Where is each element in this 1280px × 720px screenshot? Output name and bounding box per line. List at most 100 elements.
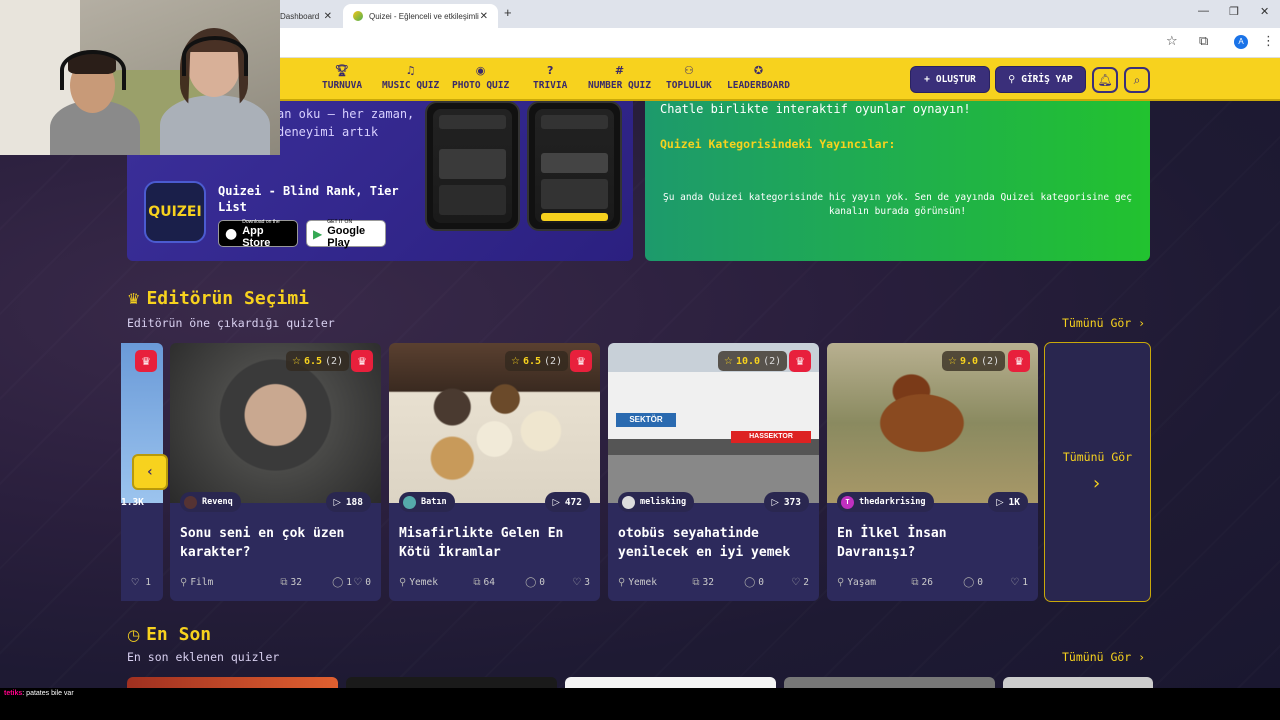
rating-badge: ☆ 9.0 (2) bbox=[942, 351, 1006, 371]
login-button[interactable]: ⚲ GİRİŞ YAP bbox=[995, 66, 1086, 93]
rating-value: 6.5 bbox=[303, 355, 323, 367]
comments-count: ◯ 0 bbox=[933, 577, 983, 588]
extensions-icon[interactable]: ⧉ bbox=[1199, 34, 1208, 49]
category-icon: ⚲ bbox=[180, 577, 188, 588]
likes-count: ♡ 3 bbox=[545, 577, 590, 588]
rating-count: (2) bbox=[325, 355, 344, 367]
tab-quizei[interactable]: Quizei - Eğlenceli ve etkileşimli ✕ bbox=[343, 4, 498, 28]
search-icon[interactable]: ⌕ bbox=[1124, 67, 1150, 93]
author-name: melisking bbox=[640, 497, 687, 507]
plays-chip: ▷ 188 bbox=[325, 492, 371, 512]
tab-dashboard[interactable]: Dashboard ✕ bbox=[270, 4, 342, 28]
notification-bell-icon[interactable]: 🔔︎ bbox=[1092, 67, 1118, 93]
card-meta: ⚲ Yemek ⧉ 64 ◯ 0 ♡ 3 bbox=[399, 577, 590, 588]
nav-number-quiz[interactable]: # NUMBER QUIZ bbox=[588, 64, 651, 91]
close-icon[interactable]: ✕ bbox=[480, 11, 488, 22]
users-icon: ⚇ bbox=[683, 64, 694, 77]
star-icon: ☆ bbox=[511, 355, 520, 367]
nav-topluluk[interactable]: ⚇ TOPLULUK bbox=[666, 64, 712, 91]
heart-icon: ♡ bbox=[572, 577, 582, 588]
nav-music-quiz[interactable]: ♫ MUSIC QUIZ bbox=[382, 64, 439, 91]
plays-count: 472 bbox=[564, 496, 582, 508]
chat-message: tetiks: patates bile var bbox=[4, 690, 74, 697]
author-chip[interactable]: Batın bbox=[399, 492, 455, 512]
streamers-intro: Chatle birlikte interaktif oyunlar oynay… bbox=[660, 102, 971, 116]
rating-badge: ☆ 6.5 (2) bbox=[505, 351, 569, 371]
google-play-badge[interactable]: ▶ GET IT ON Google Play bbox=[306, 219, 386, 249]
questions-value: 32 bbox=[290, 577, 302, 588]
screen-bar bbox=[541, 213, 608, 221]
star-icon[interactable]: ☆ bbox=[1166, 34, 1178, 49]
card-title[interactable]: Sonu seni en çok üzen karakter? bbox=[180, 524, 371, 562]
create-button[interactable]: + OLUŞTUR bbox=[910, 66, 990, 93]
app-name: Quizei - Blind Rank, Tier List bbox=[218, 184, 399, 214]
quiz-card[interactable]: ☆ 9.0 (2) ♛ Tthedarkrising ▷ 1K En İlkel İn… bbox=[827, 343, 1038, 601]
recent-card-thumb[interactable] bbox=[784, 677, 995, 688]
nav-trivia[interactable]: ? TRIVIA bbox=[533, 64, 567, 91]
heart-icon: ♡ bbox=[791, 577, 801, 588]
profile-avatar[interactable]: A bbox=[1234, 35, 1248, 49]
see-all-card[interactable]: Tümünü Gör › bbox=[1044, 342, 1151, 602]
star-icon: ☆ bbox=[948, 355, 957, 367]
chat-user: tetiks bbox=[4, 690, 23, 697]
clock-icon: ◷ bbox=[127, 625, 141, 644]
rating-badge: ☆ 10.0 (2) bbox=[718, 351, 788, 371]
author-chip[interactable]: Revenq bbox=[180, 492, 241, 512]
category-icon: ⚲ bbox=[399, 577, 407, 588]
play-icon: ▷ bbox=[552, 496, 560, 508]
nav-leaderboard[interactable]: ✪ LEADERBOARD bbox=[727, 64, 790, 91]
recent-card-thumb[interactable] bbox=[346, 677, 557, 688]
quiz-card[interactable]: ☆ 6.5 (2) ♛ Batın ▷ 472 Misafirlikte Gelen … bbox=[389, 343, 600, 601]
author-chip[interactable]: melisking bbox=[618, 492, 695, 512]
phone-mockup bbox=[425, 101, 520, 231]
avatar bbox=[403, 495, 416, 509]
nav-turnuva[interactable]: 🏆︎ TURNUVA bbox=[322, 64, 362, 91]
editors-see-all-link[interactable]: Tümünü Gör › bbox=[1062, 316, 1145, 330]
tab-label: Quizei - Eğlenceli ve etkileşimli bbox=[369, 11, 479, 21]
comments-count: ◯ 1 bbox=[302, 577, 352, 588]
star-icon: ☆ bbox=[724, 355, 733, 367]
category: ⚲ Film bbox=[180, 577, 246, 588]
comment-icon: ◯ bbox=[332, 577, 344, 588]
category-label: Film bbox=[190, 577, 214, 588]
comment-icon: ◯ bbox=[525, 577, 537, 588]
apple-icon: ● bbox=[225, 225, 238, 242]
quiz-card[interactable]: ☆ 6.5 (2) ♛ Revenq ▷ 188 Sonu seni en çok ü… bbox=[170, 343, 381, 601]
crown-icon: ♛ bbox=[135, 350, 157, 372]
window-close-icon[interactable]: ✕ bbox=[1260, 5, 1269, 18]
author-chip[interactable]: Tthedarkrising bbox=[837, 492, 934, 512]
recent-see-all-link[interactable]: Tümünü Gör › bbox=[1062, 650, 1145, 664]
card-image bbox=[170, 343, 381, 503]
card-title[interactable]: Misafirlikte Gelen En Kötü İkramlar bbox=[399, 524, 590, 562]
quizei-favicon-icon bbox=[353, 11, 363, 21]
restore-icon[interactable]: ❐ bbox=[1229, 5, 1239, 18]
nav-photo-quiz[interactable]: ◉ PHOTO QUIZ bbox=[452, 64, 509, 91]
quiz-card[interactable]: SEKTÖR HASSEKTOR ☆ 10.0 (2) ♛ melisking ▷ 3… bbox=[608, 343, 819, 601]
recent-card-thumb[interactable] bbox=[1003, 677, 1153, 688]
author-name: thedarkrising bbox=[859, 497, 926, 507]
carousel-prev-button[interactable]: ‹ bbox=[132, 454, 168, 490]
minimize-icon[interactable]: — bbox=[1198, 5, 1209, 17]
crown-icon: ♛ bbox=[789, 350, 811, 372]
hash-icon: # bbox=[614, 64, 625, 77]
menu-dots-icon[interactable]: ⋮ bbox=[1262, 34, 1275, 49]
screen-bar bbox=[541, 153, 608, 173]
card-title[interactable]: En İlkel İnsan Davranışı? bbox=[837, 524, 1028, 562]
recent-card-thumb[interactable] bbox=[127, 677, 338, 688]
likes-value: 0 bbox=[365, 577, 371, 588]
editors-choice-title: ♛ Editörün Seçimi bbox=[127, 288, 309, 309]
app-store-badge[interactable]: ● Download on the App Store bbox=[218, 219, 298, 249]
tab-label: Dashboard bbox=[280, 11, 320, 21]
new-tab-icon[interactable]: + bbox=[504, 5, 512, 20]
screen-bar bbox=[541, 179, 608, 209]
card-meta: ⚲ Film ⧉ 32 ◯ 1 ♡ 0 bbox=[180, 577, 371, 588]
questions-count: ⧉ 32 bbox=[684, 577, 714, 588]
rating-value: 10.0 bbox=[735, 355, 761, 367]
user-icon: ⚲ bbox=[1008, 74, 1016, 85]
bus-sign: HASSEKTOR bbox=[731, 431, 811, 443]
close-icon[interactable]: ✕ bbox=[324, 11, 332, 22]
recent-card-thumb[interactable] bbox=[565, 677, 776, 688]
card-title[interactable]: otobüs seyahatinde yenilecek en iyi yeme… bbox=[618, 524, 809, 562]
play-icon: ▷ bbox=[771, 496, 779, 508]
avatar: T bbox=[841, 495, 854, 509]
